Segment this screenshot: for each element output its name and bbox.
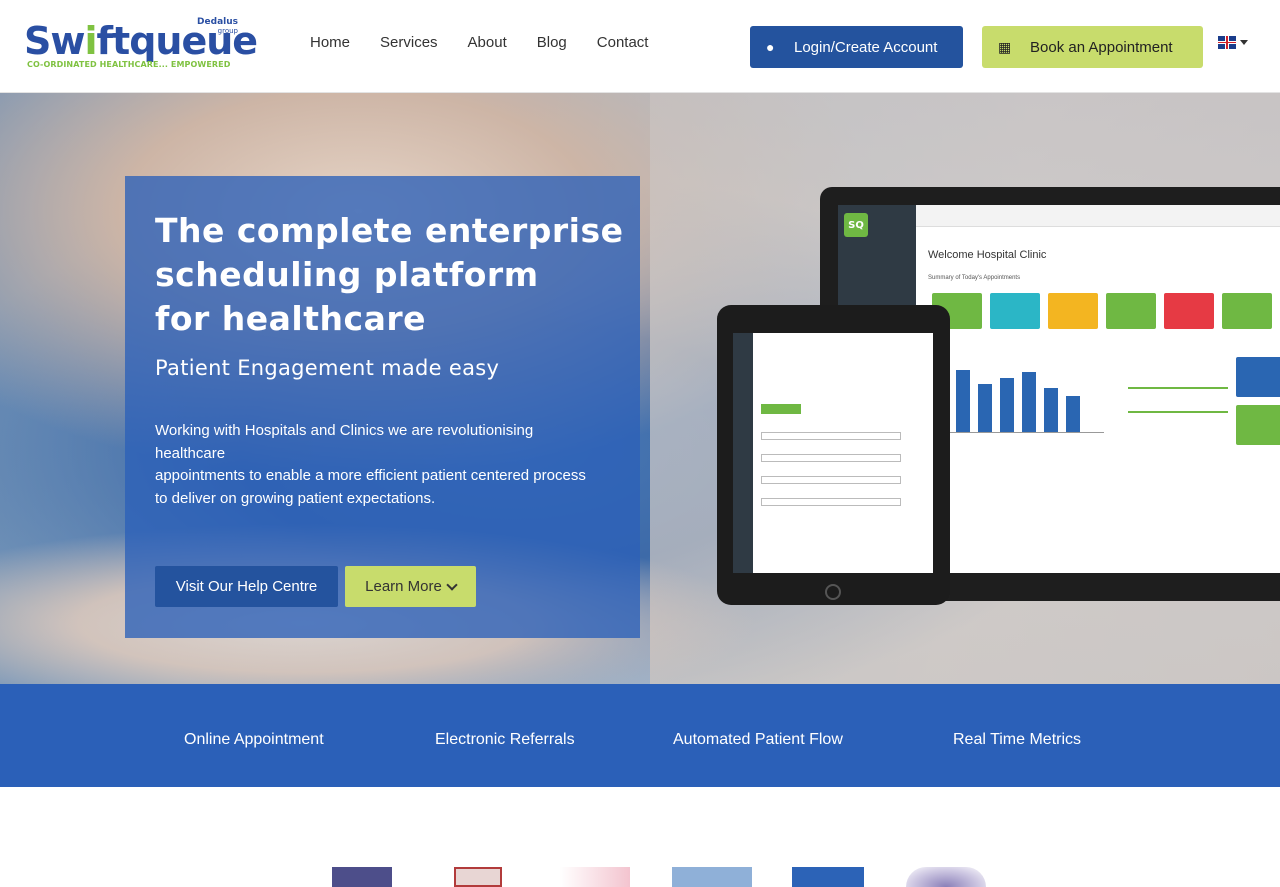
swiftqueue-logo[interactable]: Dedalus group Swiftqueue CO-ORDINATED HE…: [24, 16, 258, 72]
dashboard-summary: Summary of Today's Appointments: [928, 275, 1021, 281]
feature-automated-patient-flow[interactable]: Automated Patient Flow: [673, 731, 843, 749]
visit-help-centre-button[interactable]: Visit Our Help Centre: [155, 566, 338, 607]
tile-call-centre: [990, 293, 1040, 329]
language-selector[interactable]: [1218, 36, 1248, 49]
tablet-profile-form: [761, 399, 921, 506]
nav-services[interactable]: Services: [380, 34, 438, 52]
dashboard-welcome: Welcome Hospital Clinic: [928, 249, 1047, 261]
dashboard-bar: [1022, 372, 1036, 432]
dashboard-tiles: [932, 293, 1272, 329]
tablet-sidebar: [733, 333, 753, 573]
tile-dnas: [1164, 293, 1214, 329]
card-dashboard: [1236, 357, 1280, 397]
calendar-icon: ▦: [998, 38, 1012, 55]
dashboard-stats: [1128, 365, 1228, 425]
hero-subtitle: Patient Engagement made easy: [155, 356, 500, 380]
logo-wordmark: Swiftqueue: [24, 19, 258, 63]
swiftqueue-app-icon: SQ: [844, 213, 868, 237]
partner-logo-shield: [454, 867, 502, 887]
nav-home[interactable]: Home: [310, 34, 350, 52]
book-appointment-button[interactable]: ▦ Book an Appointment: [982, 26, 1203, 68]
feature-electronic-referrals[interactable]: Electronic Referrals: [435, 731, 575, 749]
feature-online-appointment[interactable]: Online Appointment: [184, 731, 324, 749]
features-bar: Online Appointment Electronic Referrals …: [0, 684, 1280, 787]
tile-gp-referral: [1106, 293, 1156, 329]
user-icon: ●: [766, 39, 775, 55]
dashboard-topbar: [916, 205, 1280, 227]
uk-flag-icon: [1218, 36, 1236, 49]
partner-logos: [0, 787, 1280, 887]
nav-contact[interactable]: Contact: [597, 34, 649, 52]
dashboard-cards: [1236, 357, 1280, 453]
login-create-account-button[interactable]: ● Login/Create Account: [750, 26, 963, 68]
tablet-home-button: [825, 584, 841, 600]
learn-more-button[interactable]: Learn More: [345, 566, 476, 607]
tablet-illustration: [717, 305, 950, 605]
caret-down-icon: [1240, 40, 1248, 45]
partner-logo-crest: [332, 867, 392, 887]
partner-logo-blue: [672, 867, 752, 887]
tablet-profile-screen: [733, 333, 933, 573]
dashboard-bar: [1066, 396, 1080, 432]
hero-section: The complete enterprise scheduling platf…: [0, 93, 1280, 684]
partner-logo-nhs: [792, 867, 864, 887]
hero-text-panel: The complete enterprise scheduling platf…: [125, 176, 640, 638]
site-header: Dedalus group Swiftqueue CO-ORDINATED HE…: [0, 0, 1280, 93]
tile-walk-in: [1048, 293, 1098, 329]
feature-real-time-metrics[interactable]: Real Time Metrics: [953, 731, 1081, 749]
hero-title: The complete enterprise scheduling platf…: [155, 211, 624, 338]
hero-description: Working with Hospitals and Clinics we ar…: [155, 422, 586, 507]
chevron-down-icon: [446, 578, 458, 591]
logo-tagline: CO-ORDINATED HEALTHCARE... EMPOWERED: [27, 60, 231, 69]
main-nav: Home Services About Blog Contact: [310, 34, 678, 52]
dashboard-bar: [978, 384, 992, 432]
dashboard-bar: [956, 370, 970, 432]
dashboard-bar-chart: [934, 363, 1104, 433]
nav-blog[interactable]: Blog: [537, 34, 567, 52]
tile-extra: [1222, 293, 1272, 329]
card-calendar: [1236, 405, 1280, 445]
partner-logo-swoosh: [560, 867, 630, 887]
dashboard-bar: [1044, 388, 1058, 432]
partner-logo-seal: [906, 867, 986, 887]
nav-about[interactable]: About: [468, 34, 507, 52]
dashboard-bar: [1000, 378, 1014, 432]
